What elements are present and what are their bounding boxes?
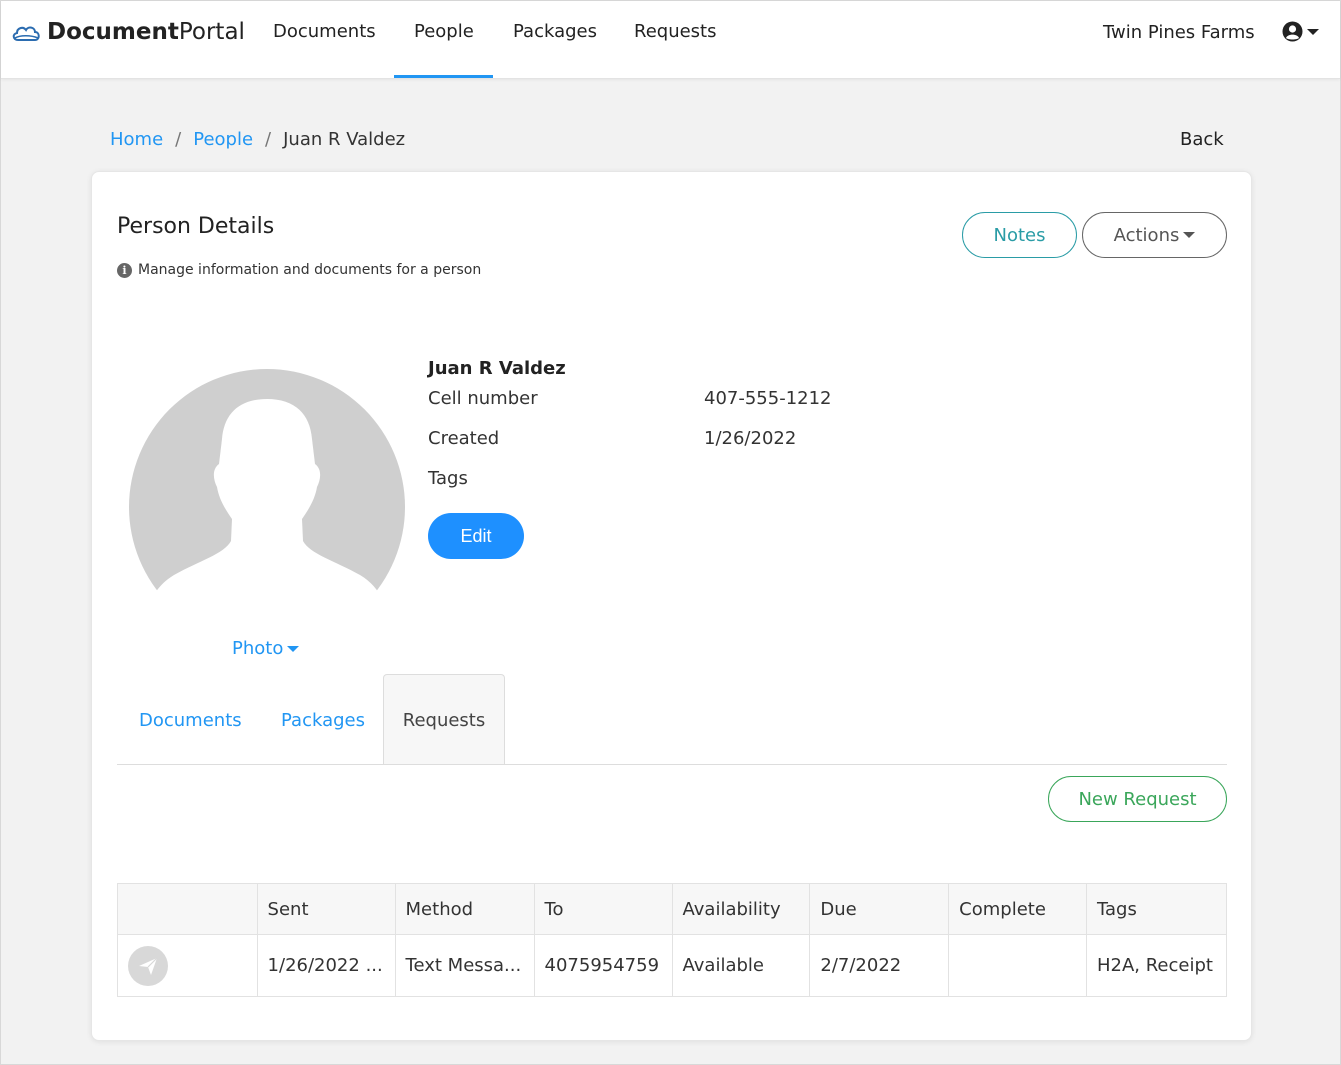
avatar-placeholder xyxy=(129,369,405,603)
breadcrumb-separator: / xyxy=(175,129,182,150)
row-sent: 1/26/2022 ... xyxy=(256,934,396,997)
tab-requests[interactable]: Requests xyxy=(383,674,505,765)
info-icon: i xyxy=(117,262,132,278)
row-icon-cell xyxy=(117,934,258,997)
column-header-complete[interactable]: Complete xyxy=(948,883,1087,935)
new-request-button[interactable]: New Request xyxy=(1048,776,1227,822)
column-header-to[interactable]: To xyxy=(533,883,673,935)
row-due: 2/7/2022 xyxy=(809,934,950,997)
nav-documents[interactable]: Documents xyxy=(273,21,376,42)
nav-active-indicator xyxy=(394,75,493,78)
column-header-availability[interactable]: Availability xyxy=(671,883,811,935)
created-value: 1/26/2022 xyxy=(704,428,797,449)
actions-label: Actions xyxy=(1113,224,1180,246)
page-title: Person Details xyxy=(117,214,275,239)
paper-plane-icon xyxy=(139,957,158,975)
tabs-divider xyxy=(117,764,1227,765)
breadcrumb: Home / People / Juan R Valdez xyxy=(110,129,405,150)
column-header-due[interactable]: Due xyxy=(809,883,950,935)
breadcrumb-current: Juan R Valdez xyxy=(283,129,406,150)
photo-dropdown[interactable]: Photo xyxy=(232,638,300,659)
breadcrumb-separator: / xyxy=(265,129,272,150)
edit-button[interactable]: Edit xyxy=(428,513,524,559)
tab-documents[interactable]: Documents xyxy=(139,710,242,731)
person-name: Juan R Valdez xyxy=(428,358,566,379)
brand-logo[interactable]: Document Portal xyxy=(11,19,245,45)
nav-packages[interactable]: Packages xyxy=(513,21,597,42)
requests-table: Sent Method To Availability Due Complete… xyxy=(117,883,1228,997)
person-details-card: Person Details i Manage information and … xyxy=(91,171,1252,1041)
row-to: 4075954759 xyxy=(533,934,673,997)
top-navbar: Document Portal Documents People Packages… xyxy=(1,1,1340,79)
organization-name[interactable]: Twin Pines Farms xyxy=(1103,22,1255,43)
column-header-icon xyxy=(117,883,258,935)
breadcrumb-home[interactable]: Home xyxy=(110,129,163,150)
cloud-icon xyxy=(12,26,40,41)
subtitle-text: Manage information and documents for a p… xyxy=(138,262,482,278)
chevron-down-icon xyxy=(1307,28,1319,35)
column-header-tags[interactable]: Tags xyxy=(1085,883,1228,935)
column-header-sent[interactable]: Sent xyxy=(256,883,396,935)
table-header-row: Sent Method To Availability Due Complete… xyxy=(117,883,1228,935)
tab-packages[interactable]: Packages xyxy=(281,710,365,731)
chevron-down-icon xyxy=(1183,232,1196,238)
row-method: Text Messa... xyxy=(394,934,535,997)
row-tags: H2A, Receipt xyxy=(1085,934,1228,997)
cell-number-value: 407-555-1212 xyxy=(704,388,832,409)
brand-name-strong: Document xyxy=(47,19,179,45)
nav-people[interactable]: People xyxy=(414,21,474,42)
breadcrumb-people[interactable]: People xyxy=(193,129,253,150)
page-subtitle: i Manage information and documents for a… xyxy=(117,262,481,278)
notes-button[interactable]: Notes xyxy=(962,212,1077,258)
cell-number-label: Cell number xyxy=(428,388,538,409)
brand-name-light: Portal xyxy=(178,19,245,45)
created-label: Created xyxy=(428,428,500,449)
user-circle-icon xyxy=(1282,21,1303,42)
send-icon xyxy=(128,945,168,986)
chevron-down-icon xyxy=(287,645,300,652)
actions-dropdown-button[interactable]: Actions xyxy=(1082,212,1227,258)
tags-label: Tags xyxy=(428,468,468,489)
column-header-method[interactable]: Method xyxy=(394,883,535,935)
nav-requests[interactable]: Requests xyxy=(634,21,717,42)
row-complete xyxy=(948,934,1087,997)
back-button[interactable]: Back xyxy=(1180,129,1224,150)
photo-label: Photo xyxy=(232,638,284,659)
user-menu[interactable] xyxy=(1282,21,1319,42)
table-row[interactable]: 1/26/2022 ... Text Messa... 4075954759 A… xyxy=(117,934,1228,997)
row-availability: Available xyxy=(671,934,811,997)
